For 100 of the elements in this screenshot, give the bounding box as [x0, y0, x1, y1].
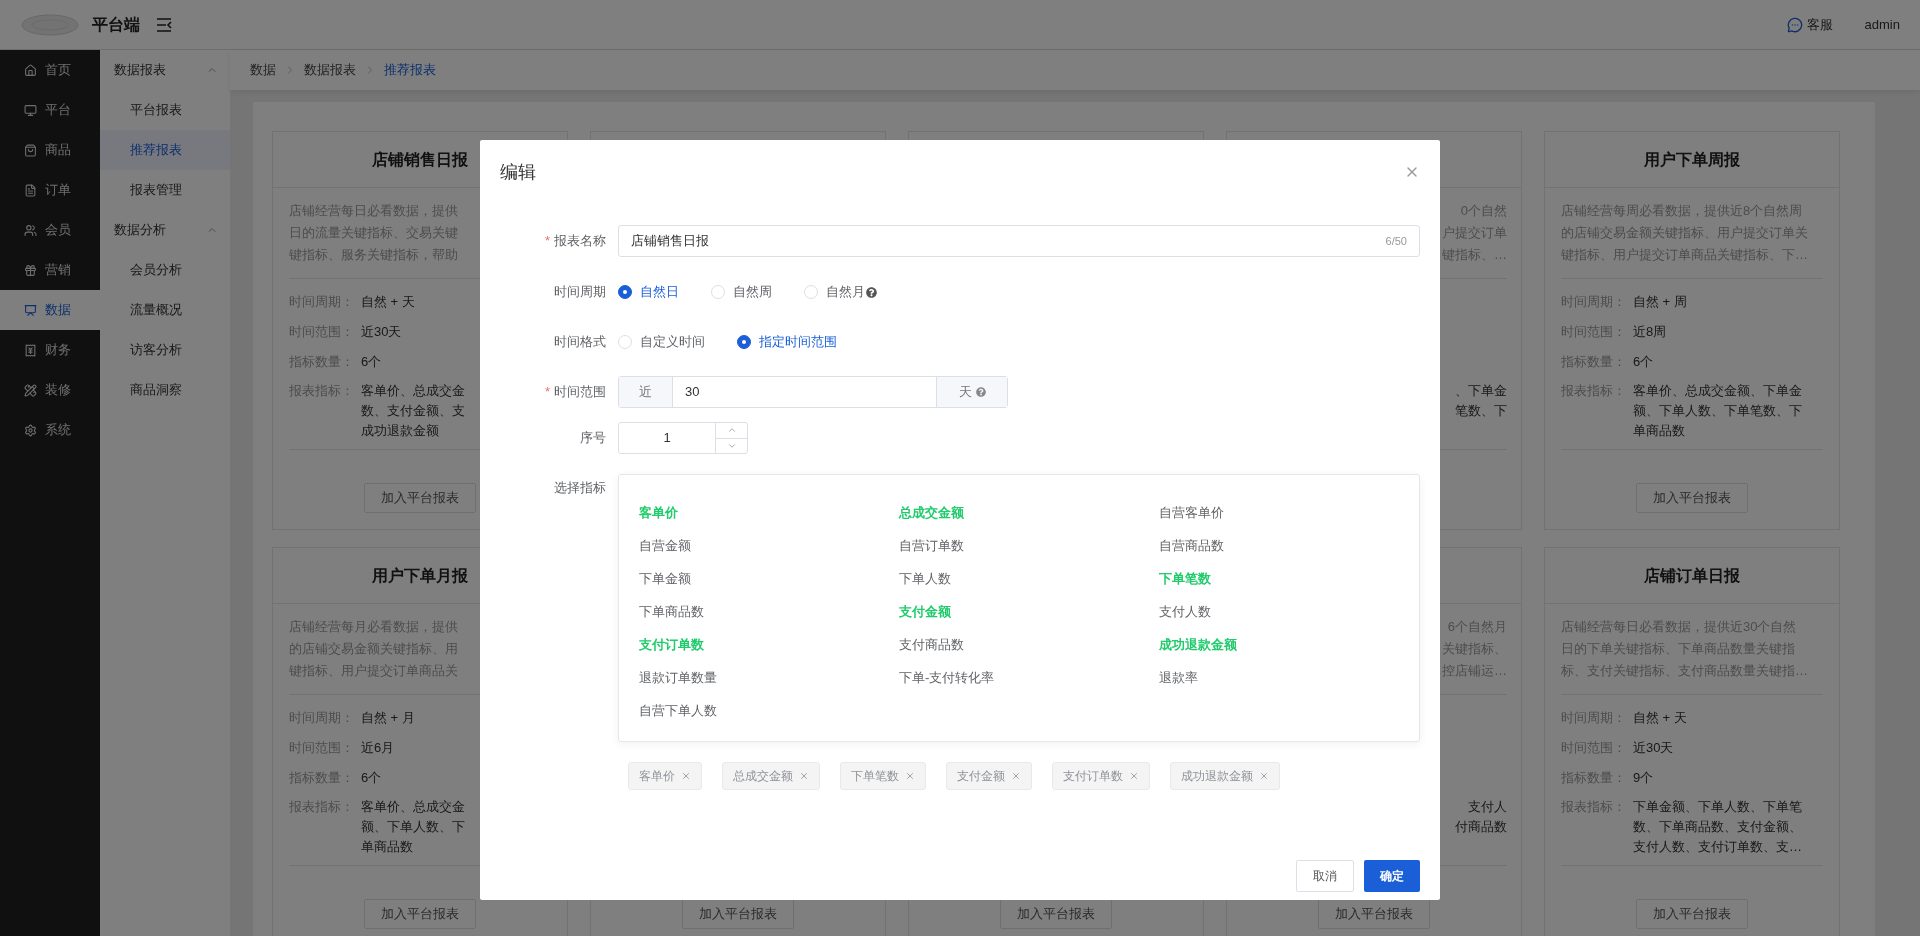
radio-button[interactable] — [618, 285, 632, 299]
radio-label: 自然周 — [733, 283, 772, 302]
tools-icon — [24, 383, 37, 397]
submenu-item[interactable]: 报表管理 — [100, 170, 230, 210]
metric-option[interactable]: 退款率 — [1159, 667, 1198, 688]
metrics-line: 笔数、下 — [1455, 402, 1507, 420]
radio-label: 自然日 — [640, 283, 679, 302]
metric-option[interactable]: 自营金额 — [639, 535, 691, 556]
required-mark: * — [544, 383, 550, 402]
remove-icon[interactable] — [1259, 771, 1269, 781]
char-counter: 6/50 — [1385, 233, 1407, 249]
home-icon — [24, 63, 37, 77]
metrics-line: 单商品数 — [1633, 422, 1685, 440]
info-value: 近30天 — [361, 323, 402, 341]
info-value: 自然 + 月 — [361, 709, 415, 727]
metrics-line: 支付人数、支付订单数、支… — [1633, 838, 1802, 856]
field-label: 时间周期 — [554, 283, 606, 302]
metrics-line: 单商品数 — [361, 838, 413, 856]
metric-option[interactable]: 支付人数 — [1159, 601, 1211, 622]
nav-item[interactable]: 营销 — [0, 250, 100, 290]
nav-item[interactable]: 系统 — [0, 410, 100, 450]
field-label: 时间范围 — [554, 383, 606, 402]
add-report-button[interactable]: 加入平台报表 — [364, 483, 476, 513]
add-report-button[interactable]: 加入平台报表 — [364, 899, 476, 929]
remove-icon[interactable] — [681, 771, 691, 781]
tag-label: 支付金额 — [957, 768, 1005, 785]
submenu-item[interactable]: 平台报表 — [100, 90, 230, 130]
breadcrumb-item[interactable]: 数据报表 — [304, 60, 356, 80]
nav-item[interactable]: 财务 — [0, 330, 100, 370]
submenu-item[interactable]: 会员分析 — [100, 250, 230, 290]
field-label: 时间格式 — [554, 333, 606, 352]
add-report-button[interactable]: 加入平台报表 — [1636, 899, 1748, 929]
info-value: 自然 + 天 — [1633, 709, 1687, 727]
field-label: 选择指标 — [554, 479, 606, 497]
remove-icon[interactable] — [1011, 771, 1021, 781]
nav-item[interactable]: 订单 — [0, 170, 100, 210]
remove-icon[interactable] — [1129, 771, 1139, 781]
metrics-line: 支付人 — [1468, 798, 1507, 816]
radio-button[interactable] — [737, 335, 751, 349]
metrics-line: 额、下单人数、下 — [361, 818, 465, 836]
metrics-line: 客单价、总成交金 — [361, 382, 465, 400]
submenu-item[interactable]: 商品洞察 — [100, 370, 230, 410]
metrics-line: 客单价、总成交金 — [361, 798, 465, 816]
card-title: 用户下单月报 — [372, 565, 468, 586]
nav-item[interactable]: 会员 — [0, 210, 100, 250]
info-value: 近6月 — [361, 739, 395, 757]
tag-label: 成功退款金额 — [1181, 768, 1253, 785]
add-report-button[interactable]: 加入平台报表 — [1000, 899, 1112, 929]
submenu-group[interactable]: 数据报表 — [100, 50, 230, 90]
metric-option[interactable]: 退款订单数量 — [639, 667, 717, 688]
submenu-item[interactable]: 访客分析 — [100, 330, 230, 370]
logo-icon — [20, 12, 80, 37]
submenu-group[interactable]: 数据分析 — [100, 210, 230, 250]
card-title: 用户下单周报 — [1644, 149, 1740, 170]
nav-item[interactable]: 平台 — [0, 90, 100, 130]
metric-option[interactable]: 下单-支付转化率 — [899, 667, 995, 688]
info-value: 近30天 — [1633, 739, 1674, 757]
metric-option[interactable]: 自营订单数 — [899, 535, 964, 556]
nav-item[interactable]: 商品 — [0, 130, 100, 170]
nav-item[interactable]: 装修 — [0, 370, 100, 410]
metric-option[interactable]: 自营下单人数 — [639, 700, 717, 721]
radio-label: 自然月 — [826, 283, 865, 302]
remove-icon[interactable] — [905, 771, 915, 781]
metric-option[interactable]: 自营商品数 — [1159, 535, 1224, 556]
metrics-line: 数、下单商品数、支付金额、 — [1633, 818, 1802, 836]
tag-label: 总成交金额 — [733, 768, 793, 785]
info-value: 6个 — [361, 353, 382, 371]
field-label: 序号 — [580, 429, 606, 448]
settings-icon — [24, 423, 37, 437]
metric-option[interactable]: 自营客单价 — [1159, 502, 1224, 523]
nav-item[interactable]: 数据 — [0, 290, 100, 330]
app-name: 平台端 — [92, 14, 140, 35]
add-report-button[interactable]: 加入平台报表 — [1318, 899, 1430, 929]
bag-icon — [24, 143, 37, 157]
breadcrumb-item[interactable]: 推荐报表 — [384, 60, 436, 80]
metric-option[interactable]: 下单商品数 — [639, 601, 704, 622]
submenu-item[interactable]: 流量概况 — [100, 290, 230, 330]
field-label: 报表名称 — [554, 232, 606, 251]
menu-fold-icon[interactable] — [156, 17, 172, 32]
support-link[interactable]: 客服 — [1806, 14, 1833, 35]
nav-item[interactable]: 首页 — [0, 50, 100, 90]
receipt-icon — [24, 343, 37, 357]
order-number-field[interactable]: 1 — [618, 422, 748, 454]
metric-option[interactable]: 支付商品数 — [899, 634, 964, 655]
submenu-item[interactable]: 推荐报表 — [100, 130, 230, 170]
add-report-button[interactable]: 加入平台报表 — [682, 899, 794, 929]
cancel-button[interactable]: 取消 — [1296, 860, 1354, 892]
info-value: 6个 — [1633, 353, 1654, 371]
metrics-line: 客单价、总成交金额、下单金 — [1633, 382, 1802, 400]
remove-icon[interactable] — [799, 771, 809, 781]
gift-icon — [24, 263, 37, 277]
metrics-line: 数、支付金额、支 — [361, 402, 465, 420]
breadcrumb-item[interactable]: 数据 — [250, 60, 276, 80]
metric-option[interactable]: 下单金额 — [639, 568, 691, 589]
chat-icon[interactable] — [1786, 16, 1803, 33]
report-name-field[interactable]: 店铺销售日报 6/50 — [618, 225, 1420, 257]
add-report-button[interactable]: 加入平台报表 — [1636, 483, 1748, 513]
metric-option[interactable]: 下单人数 — [899, 568, 951, 589]
user-name[interactable]: admin — [1864, 14, 1900, 35]
confirm-button[interactable]: 确定 — [1364, 860, 1420, 892]
